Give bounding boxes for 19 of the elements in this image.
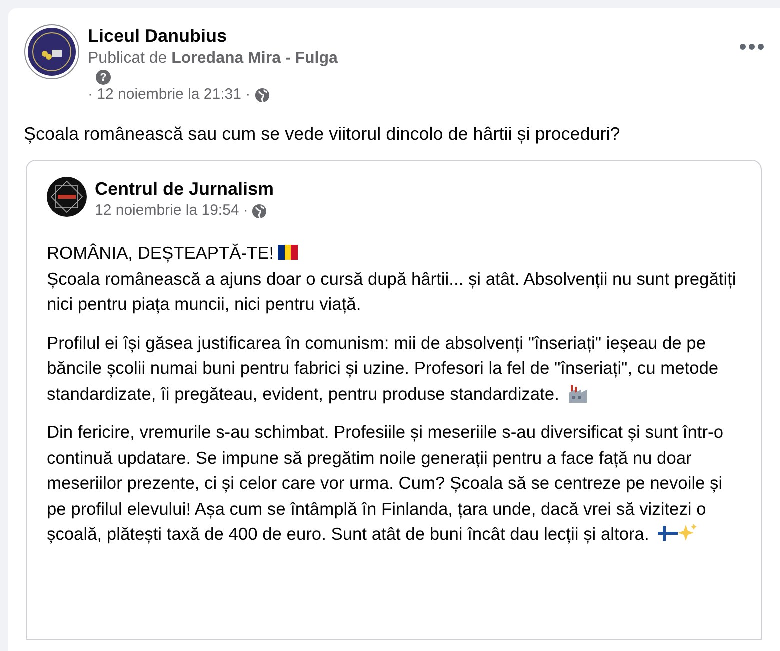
globe-icon [252, 204, 268, 218]
post-text: Școala românească sau cum se vede viitorul dincolo de hârtii și proceduri? [24, 123, 622, 146]
shared-post-paragraph: Școala românească a ajuns doar o cursă după hârtii... și atât. Absolvenții nu sunt pregătiți nici pentru piața muncii, nici pentru viață. [47, 268, 738, 316]
post-timestamp[interactable]: · 12 noiembrie la 21:31 · [88, 85, 251, 105]
sparkles-icon [678, 523, 698, 543]
globe-icon [254, 88, 270, 102]
shared-post-paragraph: ROMÂNIA, DEȘTEAPTĂ-TE! [47, 241, 743, 266]
shared-page-name[interactable]: Centrul de Jurnalism [95, 177, 274, 201]
help-icon[interactable]: ? [96, 70, 111, 85]
byline: Publicat de Loredana Mira - Fulga [88, 49, 338, 69]
page-name[interactable]: Liceul Danubius [88, 24, 338, 48]
more-options-button[interactable] [740, 44, 764, 50]
shared-post-paragraph: Profilul ei își găsea justificarea în comunism: mii de absolvenți "înseriați" ieșeau de pe băncile școlii numai buni pentru fabrici și uzine. Profesori la fel de "înseriați", cu metode standardizate, îi pregăteau, evident, pentru produse standardizate. [47, 332, 720, 406]
shared-timestamp[interactable]: 12 noiembrie la 19:54 · [95, 201, 248, 221]
shared-post-paragraph: Din fericire, vremurile s-au schimbat. Profesiile și meseriile s-au diversificat și sunt într-o continuă updatare. Se impune să pregătim noile generații pentru a face față nu doar meseriilor prezente, ci și celor care vor urma. Cum? Școala să se centreze pe nevoile și pe profilul elevului! Așa cum se întâmplă în Finlanda, țara unde, dacă vrei să vizitezi o școală, plătești taxă de 400 de euro. Sunt atât de buni încât dau lecții și altora. [47, 421, 725, 546]
flag-icon [658, 525, 678, 542]
school-logo [24, 24, 80, 80]
flag-icon [278, 244, 298, 261]
page-logo [47, 177, 87, 217]
